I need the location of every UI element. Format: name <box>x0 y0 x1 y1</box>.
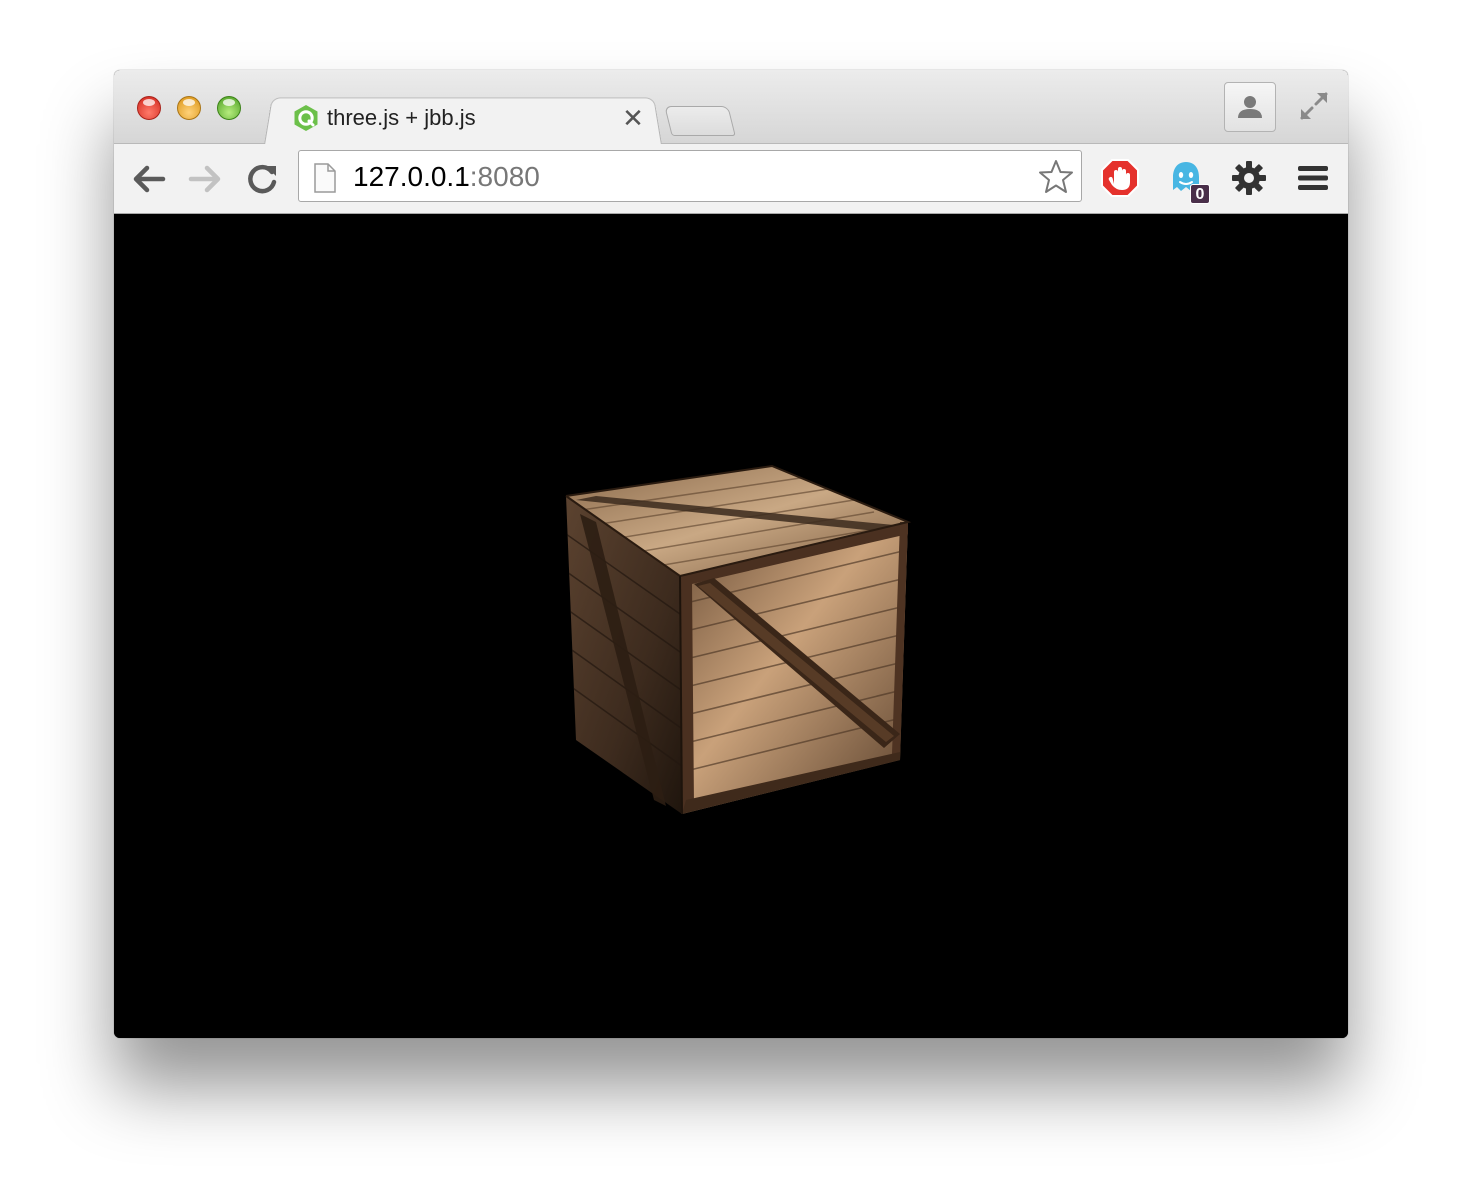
browser-window: three.js + jbb.js ✕ 127.0.0.1:8080 0 <box>114 70 1348 1038</box>
adblock-icon[interactable] <box>1100 158 1140 198</box>
profile-button[interactable] <box>1224 82 1276 132</box>
page-viewport[interactable] <box>114 214 1348 1038</box>
wooden-crate <box>565 464 912 815</box>
forward-arrow-icon[interactable] <box>186 160 224 198</box>
page-icon <box>314 163 336 193</box>
reload-icon[interactable] <box>243 160 281 198</box>
address-bar[interactable]: 127.0.0.1:8080 <box>298 150 1082 202</box>
toolbar: 127.0.0.1:8080 <box>114 144 1348 214</box>
close-tab-icon[interactable]: ✕ <box>620 105 646 131</box>
new-tab-button[interactable] <box>664 106 736 136</box>
green-hexagon-q-icon <box>294 105 318 131</box>
tab-strip: three.js + jbb.js ✕ <box>114 70 1348 145</box>
window-close-button[interactable] <box>137 96 161 120</box>
tab-title: three.js + jbb.js <box>327 105 476 130</box>
ghostery-badge: 0 <box>1190 184 1210 204</box>
tab-content: three.js + jbb.js ✕ <box>292 99 654 139</box>
window-zoom-button[interactable] <box>217 96 241 120</box>
hamburger-menu-icon[interactable] <box>1293 158 1333 198</box>
url-text[interactable]: 127.0.0.1:8080 <box>353 161 540 193</box>
window-minimize-button[interactable] <box>177 96 201 120</box>
url-port: :8080 <box>469 161 540 192</box>
back-arrow-icon[interactable] <box>130 160 168 198</box>
person-icon <box>1238 96 1262 118</box>
url-host: 127.0.0.1 <box>353 161 470 192</box>
bookmark-star-icon[interactable] <box>1037 158 1075 196</box>
gear-icon[interactable] <box>1229 158 1269 198</box>
fullscreen-icon[interactable] <box>1298 90 1330 122</box>
